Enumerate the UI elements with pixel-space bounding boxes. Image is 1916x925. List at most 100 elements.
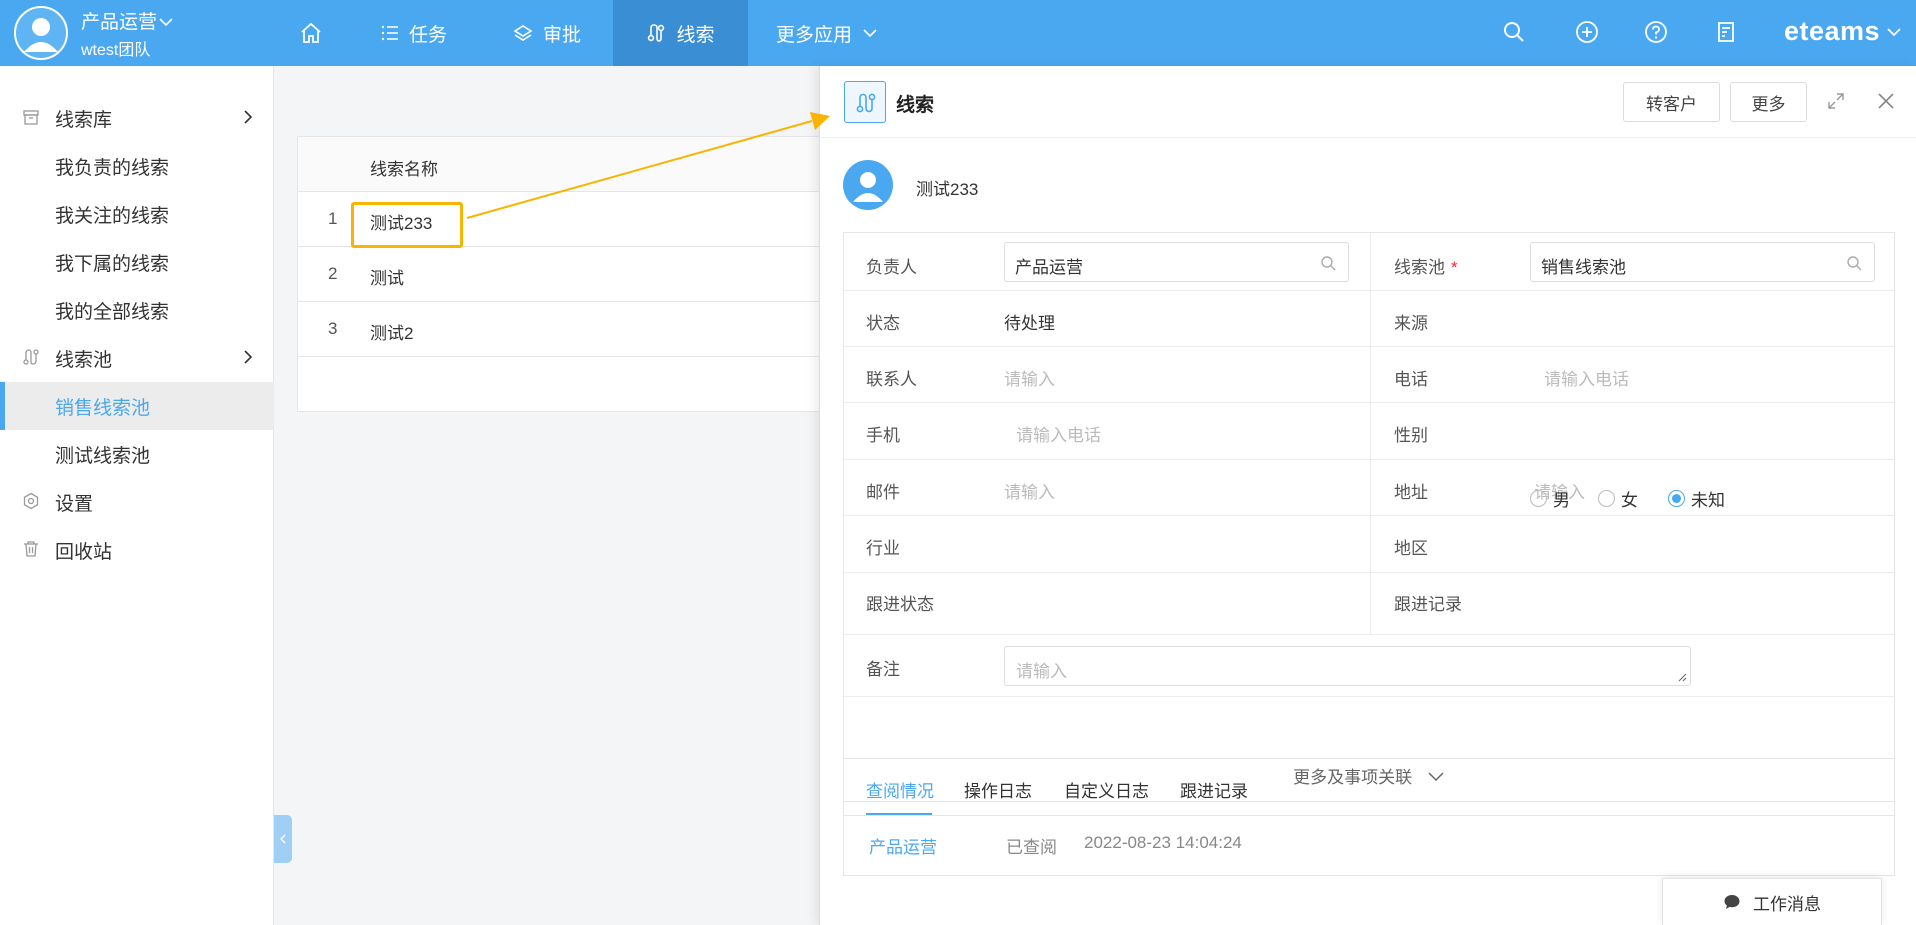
tab-operation-log[interactable]: 操作日志 (964, 777, 1032, 802)
lead-name-cell[interactable]: 测试 (370, 264, 404, 289)
close-icon[interactable] (1877, 92, 1895, 110)
nav-home[interactable] (283, 0, 338, 66)
top-navigation-bar: 产品运营 wtest团队 任务 审批 线索 更多应用 eteams (0, 0, 1916, 66)
expand-icon[interactable] (1827, 92, 1845, 110)
owner-label: 负责人 (866, 258, 917, 277)
industry-label: 行业 (866, 539, 900, 558)
panel-header: 线索 转客户 更多 (820, 66, 1916, 138)
settings-icon (23, 492, 39, 510)
search-icon[interactable] (1502, 20, 1526, 44)
row-number: 3 (328, 319, 338, 338)
gender-label: 性别 (1394, 426, 1428, 445)
contact-label: 联系人 (866, 370, 917, 389)
column-header-lead-name[interactable]: 线索名称 (370, 155, 438, 180)
lead-form: 负责人 产品运营 线索池 * 销售线索池 状态 待处理 来源 联系人 请输入 电话… (843, 232, 1895, 802)
lead-name-cell[interactable]: 测试2 (370, 319, 413, 344)
industry-value[interactable] (1004, 526, 1344, 562)
follow-status-value[interactable] (1004, 582, 1344, 618)
table-row[interactable]: 3 测试2 (298, 302, 826, 357)
sidebar-item-label: 我负责的线索 (55, 157, 170, 179)
report-icon[interactable] (1714, 20, 1738, 44)
lead-detail-panel: 线索 转客户 更多 测试233 负责人 产品运营 线索池 * 销售线索池 状态 … (819, 66, 1916, 925)
tab-custom-log[interactable]: 自定义日志 (1064, 777, 1149, 802)
source-value[interactable] (1530, 301, 1870, 337)
activity-tabs-card: 查阅情况 操作日志 自定义日志 跟进记录 产品运营 已查阅 2022-08-23… (843, 758, 1895, 876)
log-user-link[interactable]: 产品运营 (869, 833, 937, 858)
nav-more-apps[interactable]: 更多应用 (776, 0, 878, 66)
contact-input[interactable]: 请输入 (1004, 365, 1055, 390)
sidebar-item-label: 我关注的线索 (55, 205, 170, 227)
sidebar-item-recycle-bin[interactable]: 回收站 (0, 526, 274, 574)
chevron-right-icon (244, 350, 253, 364)
chevron-down-icon (863, 29, 877, 38)
gender-option-female[interactable]: 女 (1598, 486, 1638, 511)
owner-field[interactable]: 产品运营 (1004, 242, 1349, 282)
convert-to-customer-button[interactable]: 转客户 (1623, 82, 1720, 122)
sidebar-item-label: 回收站 (55, 541, 113, 563)
log-status: 已查阅 (1006, 838, 1057, 857)
phone-label: 电话 (1394, 370, 1428, 389)
nav-leads[interactable]: 线索 (613, 0, 748, 66)
region-value[interactable] (1530, 526, 1870, 562)
status-label: 状态 (866, 314, 900, 333)
sidebar-item-label: 销售线索池 (55, 397, 151, 419)
sidebar-item-lead-library[interactable]: 线索库 (0, 94, 274, 142)
pool-field[interactable]: 销售线索池 (1530, 242, 1875, 282)
table-row[interactable]: 2 测试 (298, 247, 826, 302)
source-label: 来源 (1394, 314, 1428, 333)
sidebar-item-all-leads[interactable]: 我的全部线索 (0, 286, 274, 334)
help-icon[interactable] (1644, 20, 1668, 44)
tab-view-status[interactable]: 查阅情况 (866, 777, 934, 802)
gender-option-label: 未知 (1691, 491, 1725, 510)
lead-avatar (843, 160, 893, 210)
resize-handle-icon[interactable] (1677, 672, 1687, 682)
follow-record-value[interactable] (1530, 582, 1870, 618)
work-message-button[interactable]: 工作消息 (1662, 878, 1882, 925)
pool-icon (23, 349, 39, 365)
sidebar-item-settings[interactable]: 设置 (0, 478, 274, 526)
user-avatar[interactable] (14, 6, 68, 60)
current-team-name[interactable]: wtest团队 (81, 36, 150, 60)
nav-approval[interactable]: 审批 (513, 0, 581, 66)
tabs-divider (844, 815, 1894, 816)
remark-placeholder: 请输入 (1016, 662, 1067, 681)
add-icon[interactable] (1575, 20, 1599, 44)
pool-label: 线索池 * (1394, 258, 1458, 277)
layers-icon (513, 25, 533, 41)
pool-value: 销售线索池 (1541, 258, 1626, 277)
nav-tasks-label: 任务 (409, 24, 448, 46)
tab-follow-record[interactable]: 跟进记录 (1180, 777, 1248, 802)
current-user-name[interactable]: 产品运营 (81, 7, 157, 34)
log-time: 2022-08-23 14:04:24 (1084, 833, 1242, 852)
status-value[interactable]: 待处理 (1004, 309, 1055, 334)
email-input[interactable]: 请输入 (1004, 478, 1055, 503)
sidebar-item-lead-pool[interactable]: 线索池 (0, 334, 274, 382)
sidebar-item-my-leads[interactable]: 我负责的线索 (0, 142, 274, 190)
leads-icon (648, 24, 665, 42)
sidebar-item-sales-lead-pool[interactable]: 销售线索池 (0, 382, 274, 430)
chevron-down-icon[interactable] (158, 14, 174, 30)
gender-option-unknown[interactable]: 未知 (1668, 486, 1725, 511)
highlight-annotation-box (351, 202, 463, 248)
table-header: 线索名称 (298, 137, 826, 192)
sidebar-item-followed-leads[interactable]: 我关注的线索 (0, 190, 274, 238)
sidebar-item-label: 线索库 (55, 109, 113, 131)
form-row (844, 347, 1894, 403)
chevron-down-icon[interactable] (1886, 24, 1902, 40)
search-icon[interactable] (1320, 255, 1336, 271)
radio-icon (1598, 490, 1615, 507)
nav-tasks[interactable]: 任务 (381, 0, 447, 66)
search-icon[interactable] (1846, 255, 1862, 271)
row-number: 1 (328, 209, 338, 228)
sidebar-item-subordinate-leads[interactable]: 我下属的线索 (0, 238, 274, 286)
sidebar-collapse-handle[interactable] (274, 815, 292, 863)
lead-name[interactable]: 测试233 (916, 175, 978, 200)
phone-input[interactable]: 请输入电话 (1544, 365, 1629, 390)
gender-option-male[interactable]: 男 (1530, 486, 1570, 511)
mobile-input[interactable]: 请输入电话 (1016, 421, 1101, 446)
address-label: 地址 (1394, 483, 1428, 502)
more-button[interactable]: 更多 (1730, 82, 1807, 122)
remark-textarea[interactable]: 请输入 (1004, 646, 1691, 686)
brand-logo[interactable]: eteams (1784, 16, 1880, 47)
sidebar-item-test-lead-pool[interactable]: 测试线索池 (0, 430, 274, 478)
